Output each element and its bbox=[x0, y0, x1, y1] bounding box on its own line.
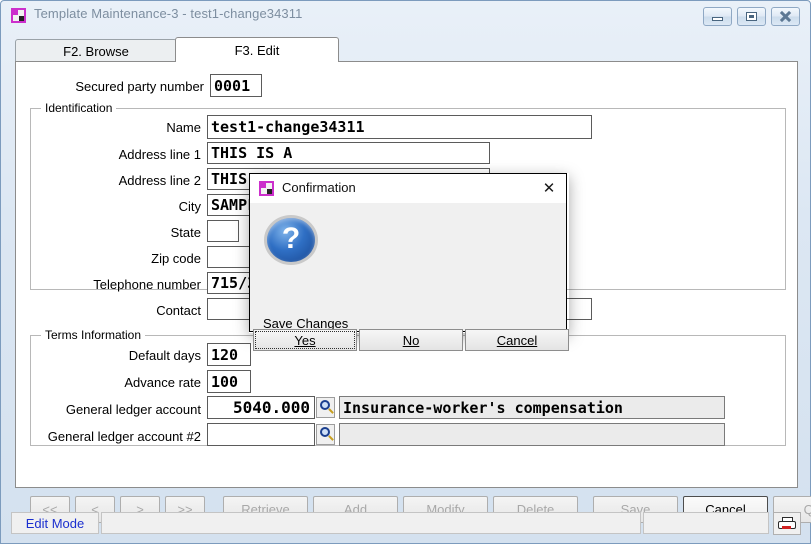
general-ledger-account-2-input[interactable] bbox=[207, 423, 315, 446]
default-days-input[interactable]: 120 bbox=[207, 343, 251, 366]
status-bar: Edit Mode bbox=[5, 510, 808, 538]
address-line-2-label: Address line 2 bbox=[76, 173, 201, 188]
zip-code-label: Zip code bbox=[76, 251, 201, 266]
dialog-no-label: No bbox=[403, 333, 420, 348]
app-icon bbox=[11, 8, 26, 23]
default-days-label: Default days bbox=[76, 348, 201, 363]
print-button[interactable] bbox=[773, 512, 801, 535]
identification-group-title: Identification bbox=[41, 101, 116, 115]
general-ledger-account-2-label: General ledger account #2 bbox=[34, 429, 201, 444]
contact-label: Contact bbox=[76, 303, 201, 318]
terms-information-group-title: Terms Information bbox=[41, 328, 145, 342]
tab-browse[interactable]: F2. Browse bbox=[15, 39, 177, 62]
dialog-close-icon[interactable]: ✕ bbox=[540, 180, 558, 197]
address-line-1-input[interactable]: THIS IS A bbox=[207, 142, 490, 164]
close-button[interactable] bbox=[771, 7, 800, 26]
name-input[interactable]: test1-change34311 bbox=[207, 115, 592, 139]
status-message bbox=[101, 512, 641, 534]
dialog-app-icon bbox=[259, 181, 274, 196]
magnifier-icon[interactable] bbox=[316, 397, 335, 418]
general-ledger-account-2-description bbox=[339, 423, 725, 446]
secured-party-number-label: Secured party number bbox=[64, 79, 204, 94]
maximize-icon bbox=[738, 8, 765, 25]
printer-icon bbox=[778, 517, 796, 531]
general-ledger-account-input[interactable]: 5040.000 bbox=[207, 396, 315, 419]
general-ledger-account-description: Insurance-worker's compensation bbox=[339, 396, 725, 419]
telephone-number-label: Telephone number bbox=[71, 277, 201, 292]
city-label: City bbox=[76, 199, 201, 214]
dialog-title-bar: Confirmation ✕ bbox=[250, 174, 566, 203]
dialog-yes-label: Yes bbox=[294, 333, 315, 348]
advance-rate-label: Advance rate bbox=[76, 375, 201, 390]
tab-strip: F2. Browse F3. Edit bbox=[15, 37, 798, 62]
dialog-cancel-label: Cancel bbox=[497, 333, 537, 348]
dialog-cancel-button[interactable]: Cancel bbox=[465, 329, 569, 351]
minimize-icon bbox=[704, 8, 731, 25]
general-ledger-account-label: General ledger account bbox=[44, 402, 201, 417]
window-title: Template Maintenance-3 - test1-change343… bbox=[34, 6, 302, 21]
question-icon: ? bbox=[264, 215, 318, 265]
advance-rate-input[interactable]: 100 bbox=[207, 370, 251, 393]
status-extra bbox=[643, 512, 769, 534]
dialog-no-button[interactable]: No bbox=[359, 329, 463, 351]
title-bar: Template Maintenance-3 - test1-change343… bbox=[1, 1, 811, 30]
tab-edit[interactable]: F3. Edit bbox=[175, 37, 339, 62]
secured-party-number-input[interactable]: 0001 bbox=[210, 74, 262, 97]
maximize-button[interactable] bbox=[737, 7, 766, 26]
address-line-1-label: Address line 1 bbox=[76, 147, 201, 162]
magnifier-icon-2[interactable] bbox=[316, 424, 335, 445]
dialog-yes-button[interactable]: Yes bbox=[253, 329, 357, 351]
close-icon bbox=[772, 8, 799, 25]
state-label: State bbox=[76, 225, 201, 240]
dialog-title: Confirmation bbox=[282, 180, 356, 195]
minimize-button[interactable] bbox=[703, 7, 732, 26]
name-label: Name bbox=[76, 120, 201, 135]
state-input[interactable] bbox=[207, 220, 239, 242]
status-mode: Edit Mode bbox=[11, 512, 99, 534]
dialog-body: ? Save Changes Yes No Cancel bbox=[250, 203, 566, 331]
application-window: Template Maintenance-3 - test1-change343… bbox=[0, 0, 811, 544]
confirmation-dialog: Confirmation ✕ ? Save Changes Yes No Can… bbox=[249, 173, 567, 332]
